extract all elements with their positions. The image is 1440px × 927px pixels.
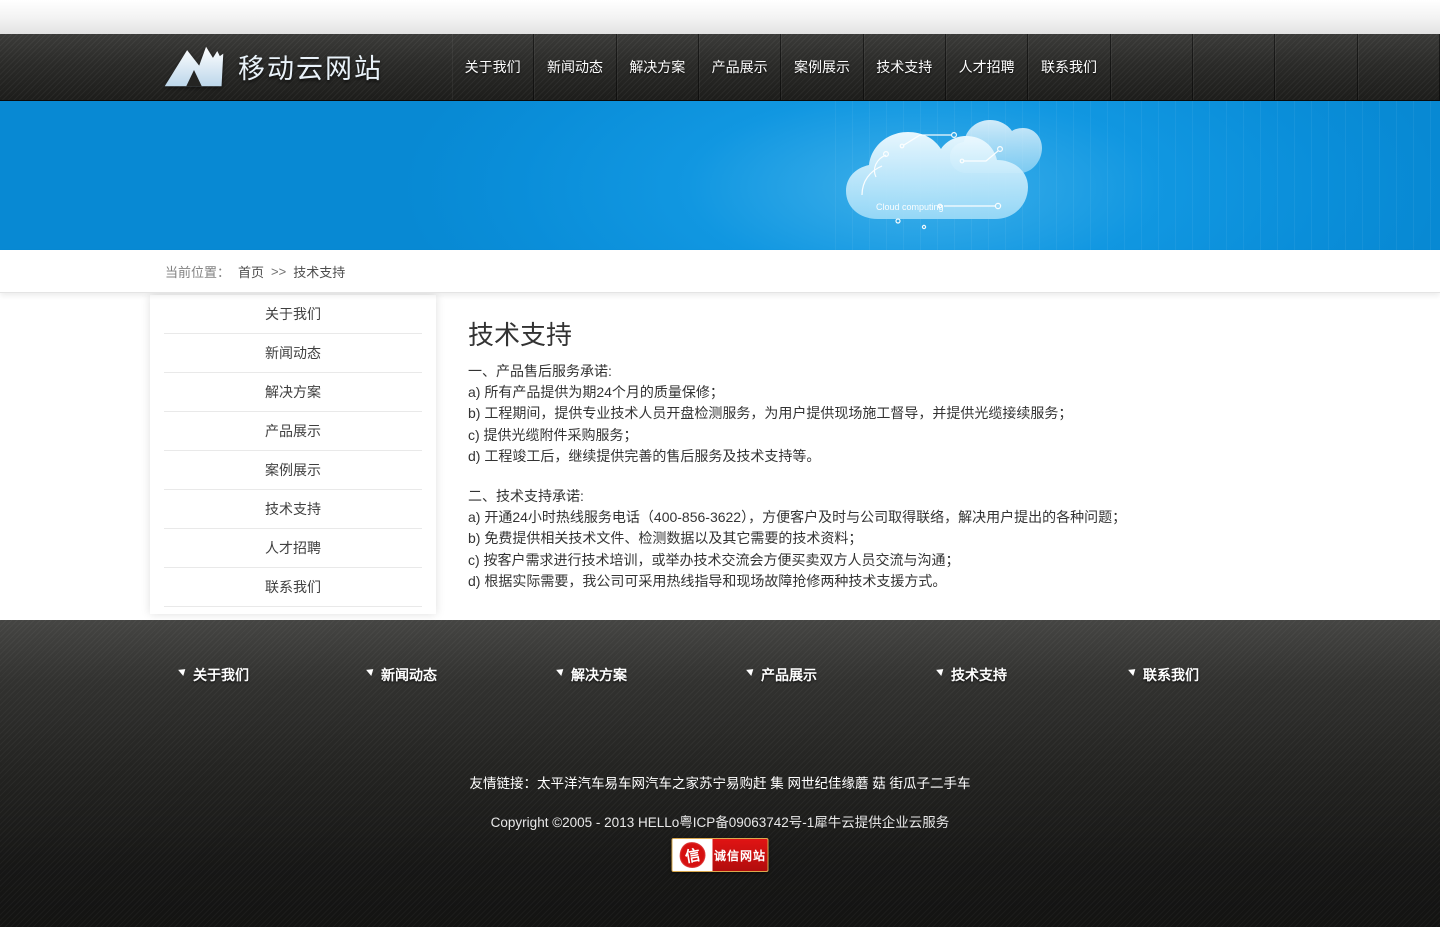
nav-item-cases[interactable]: 案例展示 <box>781 34 863 100</box>
friend-links-label: 友情链接： <box>469 776 537 791</box>
content-line: d) 根据实际需要，我公司可采用热线指导和现场故障抢修两种技术支援方式。 <box>468 571 1290 592</box>
main-nav: 关于我们 新闻动态 解决方案 产品展示 案例展示 技术支持 人才招聘 联系我们 <box>452 34 1440 100</box>
after-sales-section: 一、产品售后服务承诺: a) 所有产品提供为期24个月的质量保修； b) 工程期… <box>468 361 1290 467</box>
breadcrumb-separator: >> <box>271 264 286 279</box>
footer-nav-contact[interactable]: 联系我们 <box>1130 665 1199 685</box>
nav-item-about[interactable]: 关于我们 <box>452 34 534 100</box>
tech-support-section: 二、技术支持承诺: a) 开通24小时热线服务电话（400-856-3622），… <box>468 486 1290 592</box>
section-heading: 二、技术支持承诺: <box>468 486 1290 507</box>
content-line: a) 所有产品提供为期24个月的质量保修； <box>468 382 1290 403</box>
nav-item-products[interactable]: 产品展示 <box>699 34 781 100</box>
footer-nav-news[interactable]: 新闻动态 <box>368 665 437 685</box>
integrity-seal-icon: 信 <box>677 840 707 870</box>
sidebar-item-cases[interactable]: 案例展示 <box>164 451 422 490</box>
nav-spacer-cell <box>1111 34 1193 100</box>
site-title: 移动云网站 <box>238 47 383 86</box>
breadcrumb-prefix: 当前位置： <box>165 262 230 281</box>
content-line: b) 免费提供相关技术文件、检测数据以及其它需要的技术资料； <box>468 528 1290 549</box>
friend-link[interactable]: 赶 集 网 <box>753 776 801 791</box>
nav-spacer-cell <box>1275 34 1357 100</box>
nav-item-news[interactable]: 新闻动态 <box>534 34 616 100</box>
cloud-icon: Cloud computing <box>838 111 1043 243</box>
arrow-icon <box>178 666 188 676</box>
breadcrumb-current: 技术支持 <box>293 262 345 281</box>
badge-seal-area: 信 <box>673 839 713 871</box>
content-line: b) 工程期间，提供专业技术人员开盘检测服务，为用户提供现场施工督导，并提供光缆… <box>468 403 1290 424</box>
friend-link[interactable]: 瓜子二手车 <box>903 776 971 791</box>
site-logo[interactable]: 移动云网站 <box>163 43 383 90</box>
friend-link[interactable]: 易车网 <box>604 776 645 791</box>
sidebar-item-news[interactable]: 新闻动态 <box>164 334 422 373</box>
integrity-site-badge[interactable]: 信 诚信网站 <box>672 838 769 872</box>
friend-links-row: 友情链接：太平洋汽车易车网汽车之家苏宁易购赶 集 网世纪佳缘蘑 菇 街瓜子二手车 <box>0 772 1440 792</box>
friend-link[interactable]: 太平洋汽车 <box>537 776 605 791</box>
nav-item-jobs[interactable]: 人才招聘 <box>946 34 1028 100</box>
site-header: 移动云网站 关于我们 新闻动态 解决方案 产品展示 案例展示 技术支持 人才招聘… <box>0 34 1440 101</box>
section-heading: 一、产品售后服务承诺: <box>468 361 1290 382</box>
support-article: 技术支持 一、产品售后服务承诺: a) 所有产品提供为期24个月的质量保修； b… <box>468 315 1290 592</box>
sidebar-item-solutions[interactable]: 解决方案 <box>164 373 422 412</box>
breadcrumb: 当前位置： 首页 >> 技术支持 <box>0 250 1440 293</box>
friend-link[interactable]: 汽车之家 <box>645 776 699 791</box>
top-spacer-bar <box>0 0 1440 34</box>
cloud-label: Cloud computing <box>876 202 944 212</box>
friend-link[interactable]: 蘑 菇 街 <box>855 776 903 791</box>
copyright-text: Copyright ©2005 - 2013 HELLo粤ICP备0906374… <box>0 811 1440 831</box>
footer-nav-products[interactable]: 产品展示 <box>748 665 817 685</box>
arrow-icon <box>936 666 946 676</box>
site-footer: 关于我们 新闻动态 解决方案 产品展示 技术支持 联系我们 友情链接：太平洋汽车… <box>0 620 1440 927</box>
friend-link[interactable]: 苏宁易购 <box>699 776 753 791</box>
badge-label: 诚信网站 <box>713 839 768 871</box>
content-line: c) 提供光缆附件采购服务； <box>468 425 1290 446</box>
footer-nav-support[interactable]: 技术支持 <box>938 665 1007 685</box>
arrow-icon <box>746 666 756 676</box>
arrow-icon <box>366 666 376 676</box>
content-line: d) 工程竣工后，继续提供完善的售后服务及技术支持等。 <box>468 446 1290 467</box>
logo-rhino-icon <box>163 43 225 90</box>
sidebar-item-about[interactable]: 关于我们 <box>164 295 422 334</box>
content-line: a) 开通24小时热线服务电话（400-856-3622），方便客户及时与公司取… <box>468 507 1290 528</box>
nav-item-contact[interactable]: 联系我们 <box>1028 34 1110 100</box>
sidebar-menu: 关于我们 新闻动态 解决方案 产品展示 案例展示 技术支持 人才招聘 联系我们 <box>150 295 436 614</box>
sidebar-item-products[interactable]: 产品展示 <box>164 412 422 451</box>
friend-link[interactable]: 世纪佳缘 <box>801 776 855 791</box>
sidebar-item-jobs[interactable]: 人才招聘 <box>164 529 422 568</box>
arrow-icon <box>1128 666 1138 676</box>
content-area: 关于我们 新闻动态 解决方案 产品展示 案例展示 技术支持 人才招聘 联系我们 … <box>0 293 1440 620</box>
nav-item-solutions[interactable]: 解决方案 <box>617 34 699 100</box>
footer-nav-about[interactable]: 关于我们 <box>180 665 249 685</box>
nav-spacer-cell <box>1193 34 1275 100</box>
sidebar-item-contact[interactable]: 联系我们 <box>164 568 422 607</box>
page-title: 技术支持 <box>468 315 1290 352</box>
arrow-icon <box>556 666 566 676</box>
hero-banner: Cloud computing <box>0 101 1440 250</box>
content-line: c) 按客户需求进行技术培训，或举办技术交流会方便买卖双方人员交流与沟通； <box>468 550 1290 571</box>
footer-nav-solutions[interactable]: 解决方案 <box>558 665 627 685</box>
nav-item-support[interactable]: 技术支持 <box>864 34 946 100</box>
breadcrumb-home-link[interactable]: 首页 <box>238 262 264 281</box>
nav-spacer-cell <box>1358 34 1440 100</box>
sidebar-item-support[interactable]: 技术支持 <box>164 490 422 529</box>
